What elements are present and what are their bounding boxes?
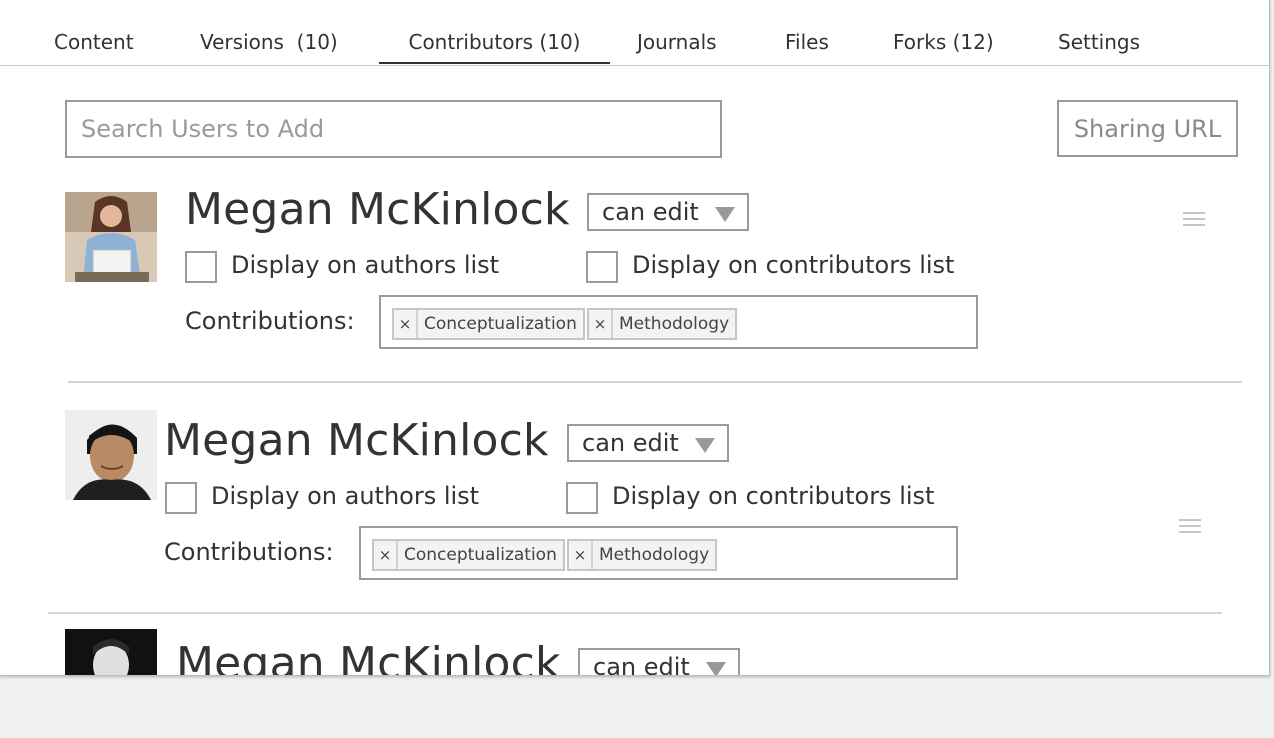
contribution-tag: × Conceptualization	[392, 308, 585, 340]
permission-value: can edit	[593, 653, 690, 676]
sharing-url-button[interactable]: Sharing URL	[1057, 100, 1238, 157]
contributors-list-checkbox[interactable]	[566, 482, 598, 514]
tag-label: Conceptualization	[404, 545, 557, 565]
contributor-name: Megan McKinlock	[185, 184, 570, 235]
contribution-tag: × Methodology	[567, 539, 718, 571]
avatar	[65, 192, 157, 282]
tag-label: Methodology	[599, 545, 710, 565]
tab-files[interactable]: Files	[785, 30, 829, 64]
remove-tag-icon[interactable]: ×	[569, 541, 593, 569]
tab-forks[interactable]: Forks (12)	[893, 30, 994, 64]
permission-value: can edit	[582, 429, 679, 457]
tab-content[interactable]: Content	[54, 30, 134, 64]
tag-label: Conceptualization	[424, 314, 577, 334]
caret-down-icon	[695, 438, 715, 453]
permission-dropdown[interactable]: can edit	[587, 193, 749, 231]
permission-value: can edit	[602, 198, 699, 226]
contribution-tag: × Methodology	[587, 308, 738, 340]
remove-tag-icon[interactable]: ×	[394, 310, 418, 338]
contributions-input[interactable]: × Conceptualization × Methodology	[379, 295, 978, 349]
contributions-label: Contributions:	[164, 538, 334, 566]
contributors-list-checkbox[interactable]	[586, 251, 618, 283]
drag-handle-icon[interactable]	[1183, 212, 1205, 228]
remove-tag-icon[interactable]: ×	[374, 541, 398, 569]
authors-list-checkbox[interactable]	[165, 482, 197, 514]
permission-dropdown[interactable]: can edit	[567, 424, 729, 462]
remove-tag-icon[interactable]: ×	[589, 310, 613, 338]
contributions-label: Contributions:	[185, 307, 355, 335]
permission-dropdown[interactable]: can edit	[578, 648, 740, 676]
authors-list-label: Display on authors list	[211, 482, 480, 510]
contributor-name: Megan McKinlock	[164, 415, 549, 466]
tab-bar: Content Versions (10) Contributors (10) …	[0, 0, 1269, 66]
avatar	[65, 410, 157, 500]
row-divider	[68, 381, 1242, 383]
contributions-input[interactable]: × Conceptualization × Methodology	[359, 526, 958, 580]
tag-label: Methodology	[619, 314, 730, 334]
search-users-input[interactable]	[65, 100, 722, 158]
tab-contributors[interactable]: Contributors (10)	[379, 30, 610, 64]
contributors-list-label: Display on contributors list	[632, 251, 955, 279]
tab-journals[interactable]: Journals	[637, 30, 717, 64]
caret-down-icon	[706, 662, 726, 675]
contributor-name: Megan McKinlock	[176, 638, 561, 676]
drag-handle-icon[interactable]	[1179, 519, 1201, 535]
row-divider	[48, 612, 1222, 614]
authors-list-label: Display on authors list	[231, 251, 500, 279]
avatar	[65, 629, 157, 675]
tab-settings[interactable]: Settings	[1058, 30, 1140, 64]
contributors-panel: Content Versions (10) Contributors (10) …	[0, 0, 1270, 676]
caret-down-icon	[715, 207, 735, 222]
tab-versions[interactable]: Versions (10)	[200, 30, 338, 64]
contributors-list-label: Display on contributors list	[612, 482, 935, 510]
authors-list-checkbox[interactable]	[185, 251, 217, 283]
contribution-tag: × Conceptualization	[372, 539, 565, 571]
